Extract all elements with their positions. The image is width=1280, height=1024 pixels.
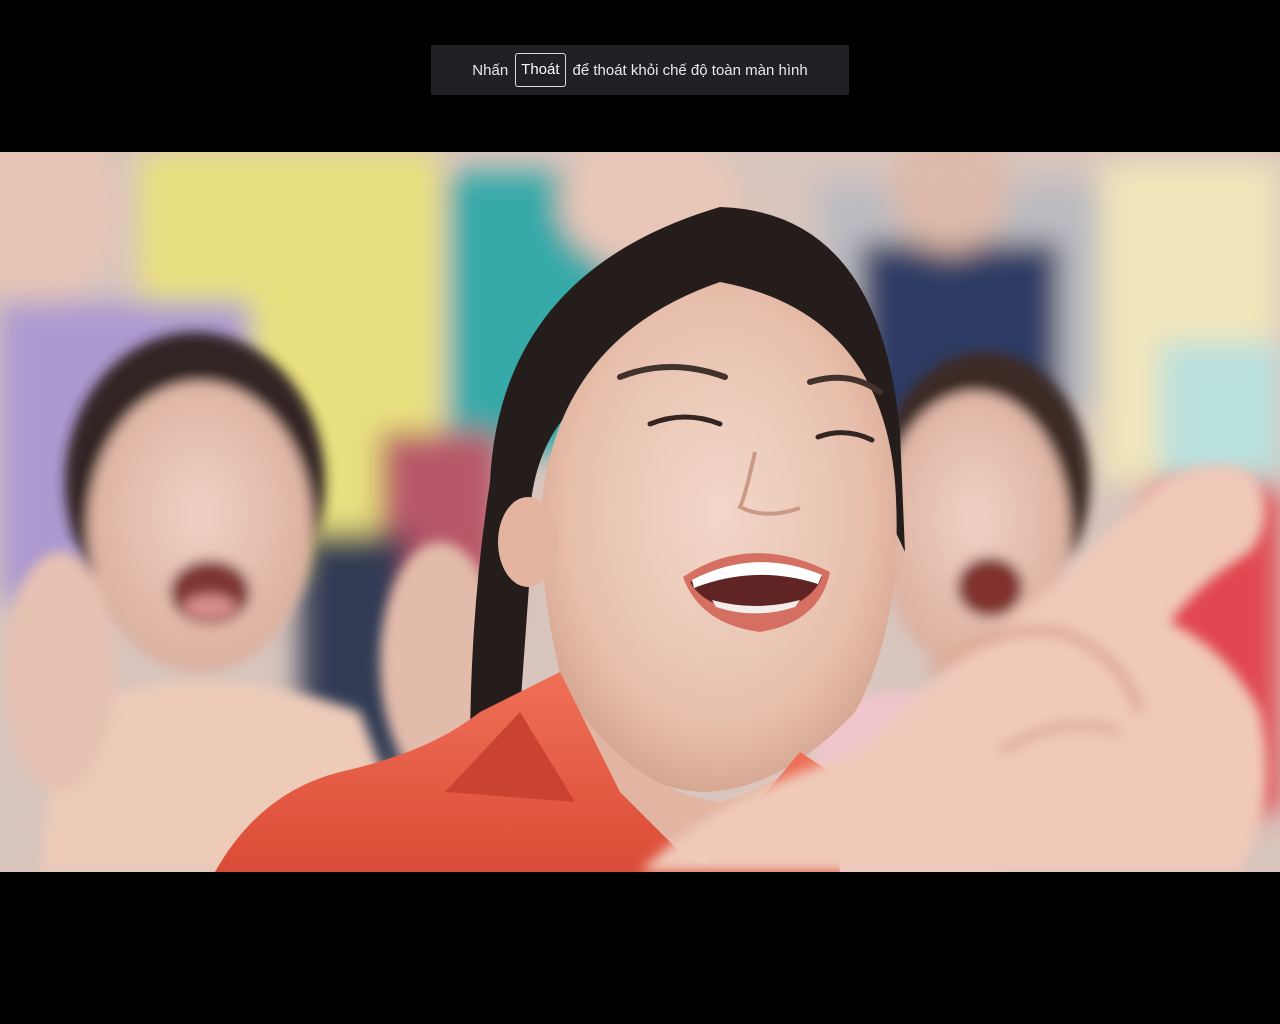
hint-prefix-text: Nhấn bbox=[472, 61, 509, 79]
escape-key-label: Thoát bbox=[515, 53, 566, 87]
fullscreen-exit-hint: Nhấn Thoát để thoát khỏi chế độ toàn màn… bbox=[431, 45, 849, 95]
fullscreen-viewer: Nhấn Thoát để thoát khỏi chế độ toàn màn… bbox=[0, 0, 1280, 1024]
video-frame bbox=[0, 152, 1280, 872]
video-player[interactable] bbox=[0, 152, 1280, 872]
hint-suffix-text: để thoát khỏi chế độ toàn màn hình bbox=[572, 61, 808, 79]
